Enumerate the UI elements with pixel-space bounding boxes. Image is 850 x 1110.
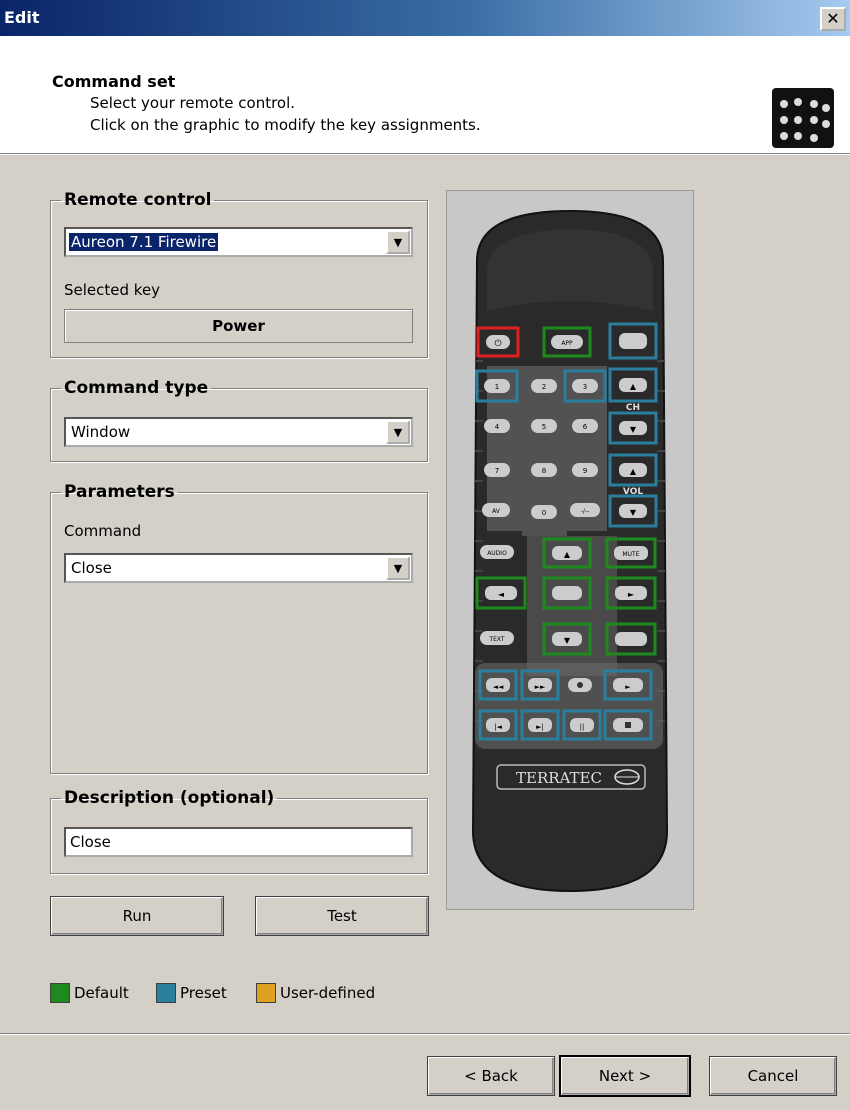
- svg-text:7: 7: [495, 467, 499, 475]
- remote-graphic[interactable]: ⏻ APP 1 2 3 ▲ CH 4 5 6 ▼ 7 8 9 ▲ VOL AV …: [446, 190, 694, 910]
- footer-divider: [0, 1033, 850, 1035]
- svg-text:⏻: ⏻: [494, 338, 501, 349]
- close-icon: ✕: [826, 9, 840, 28]
- remote-control-legend: Remote control: [64, 190, 212, 210]
- svg-text:2: 2: [542, 383, 546, 391]
- svg-text:||: ||: [580, 723, 585, 731]
- chevron-down-icon[interactable]: ▼: [386, 556, 410, 580]
- svg-text:▼: ▼: [564, 636, 571, 645]
- command-label: Command: [64, 522, 142, 540]
- remote-control-select[interactable]: Aureon 7.1 Firewire ▼: [64, 227, 413, 257]
- command-select[interactable]: Close ▼: [64, 553, 413, 583]
- title-bar: Edit ✕: [0, 0, 850, 36]
- next-button[interactable]: Next >: [559, 1055, 691, 1097]
- svg-text:1: 1: [495, 383, 499, 391]
- command-value: Close: [71, 559, 112, 577]
- legend-default-label: Default: [74, 984, 129, 1002]
- svg-text:◄: ◄: [498, 590, 505, 599]
- brand-logo: TERRATEC: [516, 769, 602, 787]
- run-button[interactable]: Run: [50, 896, 224, 936]
- svg-text:▼: ▼: [630, 425, 637, 434]
- svg-text:MUTE: MUTE: [622, 551, 639, 558]
- cancel-button[interactable]: Cancel: [709, 1056, 837, 1096]
- description-input[interactable]: Close: [64, 827, 413, 857]
- svg-text:►|: ►|: [536, 723, 544, 731]
- remote-top: [487, 229, 653, 311]
- legend-user-defined: User-defined: [256, 983, 375, 1003]
- svg-text:5: 5: [542, 423, 546, 431]
- header-subtitle-1: Select your remote control.: [90, 94, 296, 112]
- svg-text:►: ►: [628, 590, 635, 599]
- chevron-down-icon[interactable]: ▼: [386, 230, 410, 254]
- selected-key-label: Selected key: [64, 281, 161, 299]
- close-button[interactable]: ✕: [820, 7, 846, 31]
- svg-text:|◄: |◄: [494, 723, 502, 731]
- svg-text:►►: ►►: [535, 683, 546, 691]
- svg-text:◄◄: ◄◄: [493, 683, 504, 691]
- test-button[interactable]: Test: [255, 896, 429, 936]
- svg-text:▼: ▼: [630, 508, 637, 517]
- remote-thumbnail-icon: [772, 88, 834, 148]
- legend-default: Default: [50, 983, 129, 1003]
- svg-text:0: 0: [542, 509, 546, 517]
- legend-preset-label: Preset: [180, 984, 227, 1002]
- svg-text:8: 8: [542, 467, 546, 475]
- remote-control-value: Aureon 7.1 Firewire: [69, 233, 219, 251]
- legend-user-label: User-defined: [280, 984, 376, 1002]
- selected-key-display: Power: [64, 309, 413, 343]
- back-button[interactable]: < Back: [427, 1056, 555, 1096]
- remote-svg[interactable]: ⏻ APP 1 2 3 ▲ CH 4 5 6 ▼ 7 8 9 ▲ VOL AV …: [447, 191, 693, 909]
- svg-text:▲: ▲: [630, 382, 637, 391]
- user-defined-swatch: [256, 983, 276, 1003]
- preset-swatch: [156, 983, 176, 1003]
- svg-text:▲: ▲: [630, 467, 637, 476]
- svg-text:6: 6: [583, 423, 588, 431]
- chevron-down-icon[interactable]: ▼: [386, 420, 410, 444]
- parameters-legend: Parameters: [64, 482, 175, 502]
- command-type-value: Window: [71, 423, 131, 441]
- header-subtitle-2: Click on the graphic to modify the key a…: [90, 116, 481, 134]
- svg-text:9: 9: [583, 467, 587, 475]
- svg-text:TEXT: TEXT: [488, 636, 504, 643]
- description-legend: Description (optional): [64, 788, 275, 808]
- window-title: Edit: [4, 8, 40, 27]
- header-title: Command set: [52, 72, 176, 91]
- svg-text:APP: APP: [561, 340, 573, 347]
- description-value: Close: [70, 833, 111, 851]
- legend-preset: Preset: [156, 983, 227, 1003]
- command-type-legend: Command type: [64, 378, 209, 398]
- default-swatch: [50, 983, 70, 1003]
- svg-text:-/--: -/--: [581, 508, 590, 515]
- svg-text:AV: AV: [492, 508, 501, 515]
- svg-text:4: 4: [495, 423, 500, 431]
- svg-text:▲: ▲: [564, 550, 571, 559]
- svg-text:3: 3: [583, 383, 587, 391]
- command-type-select[interactable]: Window ▼: [64, 417, 413, 447]
- svg-text:►: ►: [625, 683, 631, 691]
- svg-text:AUDIO: AUDIO: [487, 550, 507, 557]
- wizard-header: Command set Select your remote control. …: [0, 36, 850, 155]
